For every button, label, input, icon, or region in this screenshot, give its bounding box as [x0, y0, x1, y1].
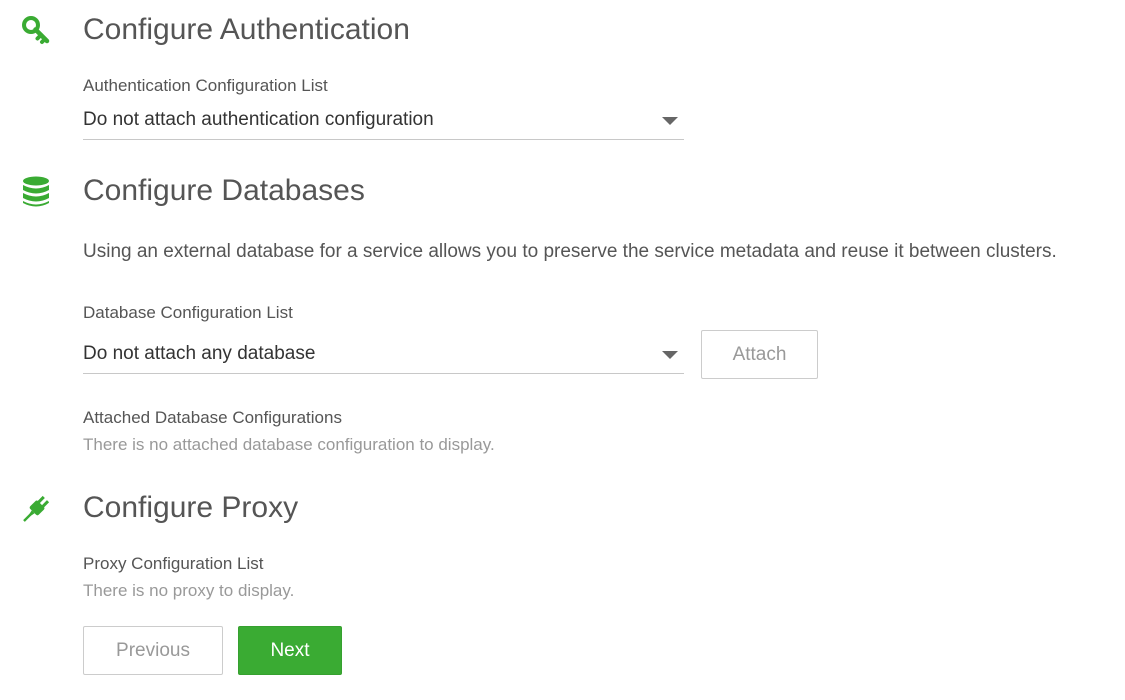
authentication-config-select[interactable]: Do not attach authentication configurati… [83, 105, 684, 140]
wizard-page: Configure Authentication Authentication … [0, 0, 1125, 700]
previous-button[interactable]: Previous [83, 626, 223, 675]
proxy-list-label: Proxy Configuration List [83, 554, 264, 573]
attached-databases-empty-text: There is no attached database configurat… [83, 435, 495, 454]
plug-icon [20, 493, 52, 525]
attach-button[interactable]: Attach [701, 330, 818, 379]
attached-databases-label: Attached Database Configurations [83, 408, 342, 427]
section-title-proxy: Configure Proxy [83, 491, 299, 524]
database-list-label: Database Configuration List [83, 303, 293, 322]
key-icon [20, 14, 52, 46]
database-config-select[interactable]: Do not attach any database [83, 339, 684, 374]
section-title-databases: Configure Databases [83, 174, 365, 207]
chevron-down-icon [662, 117, 678, 125]
authentication-select-value: Do not attach authentication configurati… [83, 109, 434, 130]
section-title-authentication: Configure Authentication [83, 13, 410, 46]
database-select-value: Do not attach any database [83, 343, 316, 364]
proxy-empty-text: There is no proxy to display. [83, 581, 295, 600]
next-button[interactable]: Next [238, 626, 342, 675]
chevron-down-icon [662, 351, 678, 359]
authentication-list-label: Authentication Configuration List [83, 76, 328, 95]
databases-description: Using an external database for a service… [83, 241, 1057, 262]
database-icon [20, 176, 52, 208]
